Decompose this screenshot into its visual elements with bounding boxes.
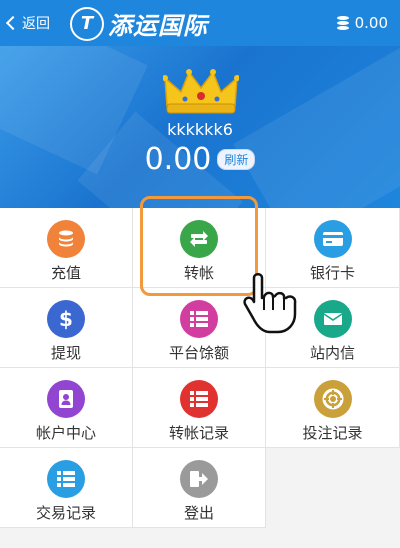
menu-item-label: 站内信 — [309, 344, 355, 362]
profile-header: kkkkkk6 0.00 刷新 — [0, 46, 400, 208]
mail-icon — [313, 300, 352, 338]
menu-item-transfer-records[interactable]: 转帐记录 — [133, 368, 266, 448]
menu-item-label: 投注记录 — [302, 424, 363, 442]
top-bar: 返回 T 添运国际 0.00 — [0, 0, 400, 46]
top-balance-value: 0.00 — [354, 14, 388, 32]
card-icon — [313, 220, 352, 258]
back-button[interactable]: 返回 — [5, 13, 50, 33]
pointing-hand-icon — [243, 273, 297, 334]
list-icon — [180, 380, 218, 418]
menu-item-label: 平台馀额 — [168, 344, 229, 362]
menu-item-deposit[interactable]: 充值 — [0, 208, 133, 288]
dollar-icon: $ — [47, 300, 85, 338]
back-label: 返回 — [22, 16, 50, 32]
coin-stack-icon — [336, 16, 349, 30]
logo-mark-icon: T — [70, 6, 104, 41]
account-balance: 0.00 刷新 — [0, 142, 400, 177]
brand-name: 添运国际 — [108, 12, 208, 40]
menu-item-withdraw[interactable]: $ 提现 — [0, 288, 133, 368]
app-root: 返回 T 添运国际 0.00 kkkkkk6 0.00 刷新 充值 转帐 银行卡… — [0, 0, 400, 548]
menu-item-label: 登出 — [183, 504, 214, 522]
balance-amount: 0.00 — [144, 142, 212, 177]
brand-logo: T 添运国际 — [70, 6, 208, 41]
list-icon — [180, 300, 218, 338]
menu-item-label: 充值 — [50, 264, 81, 282]
menu-item-logout[interactable]: 登出 — [133, 448, 266, 528]
contacts-icon — [47, 380, 85, 418]
username: kkkkkk6 — [167, 120, 233, 139]
menu-item-account-center[interactable]: 帐户中心 — [0, 368, 133, 448]
refresh-button[interactable]: 刷新 — [217, 149, 256, 170]
menu-item-label: 提现 — [50, 344, 81, 362]
lifebuoy-icon — [313, 380, 352, 418]
crown-icon — [163, 69, 239, 114]
menu-item-trade-records[interactable]: 交易记录 — [0, 448, 133, 528]
menu-item-label: 转帐记录 — [168, 424, 229, 442]
menu-item-label: 帐户中心 — [35, 424, 96, 442]
logout-icon — [180, 460, 218, 498]
menu-item-label: 交易记录 — [35, 504, 96, 522]
menu-item-bet-records[interactable]: 投注记录 — [266, 368, 400, 448]
chevron-left-icon — [5, 15, 21, 31]
top-balance: 0.00 — [336, 14, 388, 32]
database-icon — [47, 220, 85, 258]
list-icon — [47, 460, 85, 498]
